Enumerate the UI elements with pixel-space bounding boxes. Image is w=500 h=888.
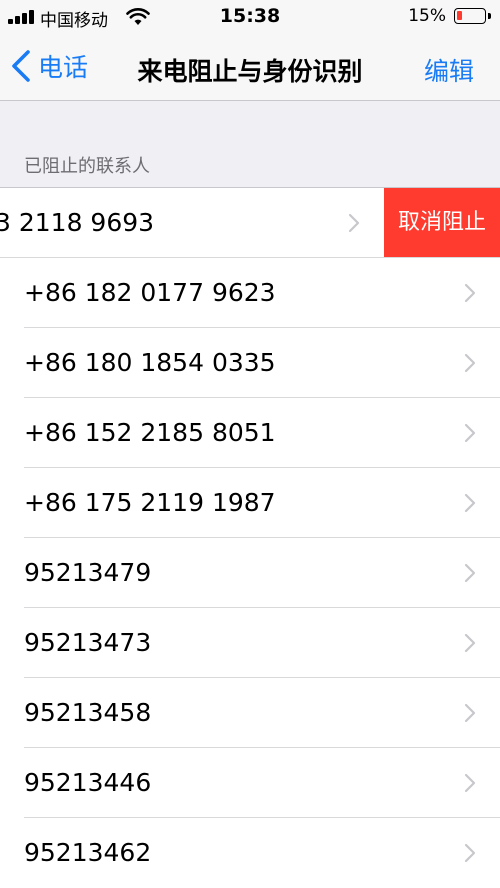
blocked-contact-row[interactable]: +86 152 2185 8051 bbox=[0, 398, 500, 468]
chevron-right-icon bbox=[464, 703, 476, 723]
contact-number: 95213458 bbox=[24, 698, 152, 727]
chevron-right-icon bbox=[348, 213, 360, 233]
blocked-contact-row[interactable]: +86 180 1854 0335 bbox=[0, 328, 500, 398]
contact-number: 3 2118 9693 bbox=[0, 208, 155, 237]
blocked-contact-row[interactable]: +86 182 0177 9623 bbox=[0, 258, 500, 328]
blocked-contacts-list: 3 2118 9693 取消阻止 +86 182 0177 9623 +86 1… bbox=[0, 187, 500, 888]
blocked-contact-row[interactable]: 95213458 bbox=[0, 678, 500, 748]
battery-icon bbox=[454, 8, 486, 24]
blocked-contact-row[interactable]: 3 2118 9693 取消阻止 bbox=[0, 188, 500, 258]
chevron-right-icon bbox=[464, 843, 476, 863]
navigation-bar: 电话 来电阻止与身份识别 编辑 bbox=[0, 34, 500, 101]
blocked-contact-row[interactable]: 95213446 bbox=[0, 748, 500, 818]
chevron-right-icon bbox=[464, 493, 476, 513]
edit-button[interactable]: 编辑 bbox=[424, 52, 474, 88]
chevron-right-icon bbox=[464, 633, 476, 653]
chevron-right-icon bbox=[464, 283, 476, 303]
chevron-right-icon bbox=[464, 563, 476, 583]
chevron-right-icon bbox=[464, 423, 476, 443]
contact-number: 95213479 bbox=[24, 558, 152, 587]
contact-number: +86 152 2185 8051 bbox=[24, 418, 276, 447]
contact-number: 95213446 bbox=[24, 768, 152, 797]
battery-tip bbox=[488, 13, 491, 19]
blocked-contact-row[interactable]: 95213473 bbox=[0, 608, 500, 678]
contact-number: 95213473 bbox=[24, 628, 152, 657]
battery-percentage: 15% bbox=[408, 6, 446, 26]
blocked-contact-row[interactable]: 95213479 bbox=[0, 538, 500, 608]
section-header: 已阻止的联系人 bbox=[24, 156, 150, 177]
contact-number: 95213462 bbox=[24, 838, 152, 867]
status-bar: 中国移动 15:38 15% bbox=[0, 0, 500, 34]
blocked-contact-row[interactable]: +86 175 2119 1987 bbox=[0, 468, 500, 538]
contact-number: +86 175 2119 1987 bbox=[24, 488, 276, 517]
chevron-right-icon bbox=[464, 353, 476, 373]
chevron-right-icon bbox=[464, 773, 476, 793]
blocked-contact-row[interactable]: 95213462 bbox=[0, 818, 500, 888]
contact-number: +86 180 1854 0335 bbox=[24, 348, 276, 377]
contact-number: +86 182 0177 9623 bbox=[24, 278, 276, 307]
unblock-button[interactable]: 取消阻止 bbox=[384, 188, 500, 258]
